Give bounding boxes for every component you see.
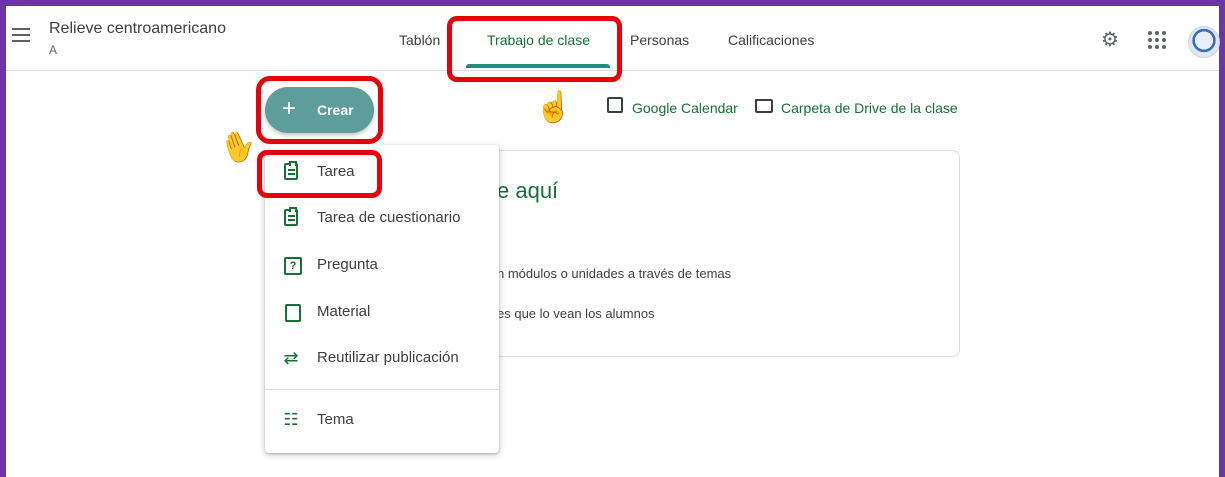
settings-gear-icon[interactable]: ⚙: [1101, 30, 1119, 50]
highlight-tab-trabajo-de-clase: [447, 16, 622, 82]
main-menu-icon[interactable]: [12, 28, 30, 44]
drive-folder-link[interactable]: Carpeta de Drive de la clase: [781, 100, 958, 116]
apps-grid-icon[interactable]: [1148, 31, 1166, 49]
quiz-assignment-icon: [284, 207, 298, 226]
question-icon: ?: [284, 257, 302, 275]
menu-item-pregunta[interactable]: ? Pregunta: [265, 245, 499, 285]
reuse-icon: ⇄: [283, 348, 299, 368]
highlight-menu-item-tarea: [257, 150, 382, 198]
menu-item-tarea-de-cuestionario[interactable]: Tarea de cuestionario: [265, 198, 499, 238]
material-icon: [285, 304, 301, 322]
empty-state-line-1: n módulos o unidades a través de temas: [497, 266, 732, 281]
account-avatar[interactable]: [1188, 26, 1220, 58]
menu-item-label: Pregunta: [317, 256, 378, 273]
menu-item-material[interactable]: Material: [265, 292, 499, 332]
pointer-hand-icon: ☝: [535, 91, 573, 124]
tab-personas[interactable]: Personas: [630, 32, 689, 48]
tab-calificaciones[interactable]: Calificaciones: [728, 32, 814, 48]
menu-item-label: Material: [317, 303, 371, 320]
highlight-create-button: [256, 76, 383, 144]
empty-state-title: e aquí: [497, 178, 559, 203]
class-section: A: [49, 43, 58, 57]
class-title[interactable]: Relieve centroamericano: [49, 20, 226, 38]
menu-divider: [265, 389, 499, 390]
folder-icon: [755, 99, 773, 113]
google-calendar-link[interactable]: Google Calendar: [632, 100, 738, 116]
menu-item-label: Tema: [317, 411, 354, 428]
calendar-icon: [607, 97, 623, 113]
menu-item-reutilizar[interactable]: ⇄ Reutilizar publicación: [265, 338, 499, 378]
menu-item-tema[interactable]: ☷ Tema: [265, 400, 499, 440]
menu-item-label: Reutilizar publicación: [317, 349, 459, 366]
menu-item-label: Tarea de cuestionario: [317, 209, 461, 226]
topic-icon: ☷: [283, 410, 299, 429]
empty-state-line-2: es que lo vean los alumnos: [497, 306, 655, 321]
tab-tablon[interactable]: Tablón: [399, 32, 440, 48]
